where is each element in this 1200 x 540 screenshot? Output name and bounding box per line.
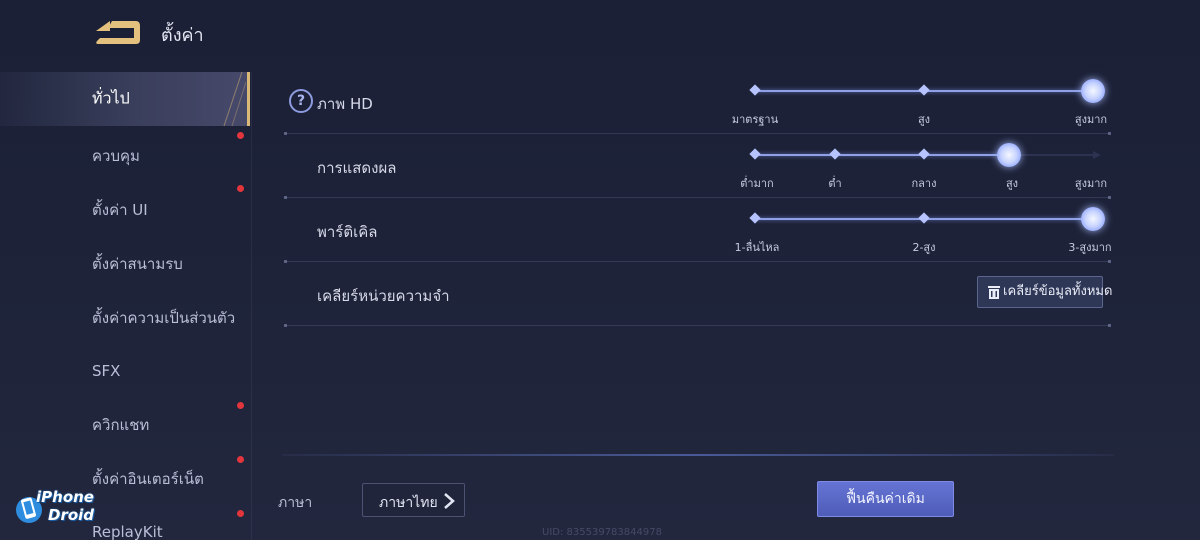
sidebar-item-label: SFX: [92, 362, 121, 380]
slider-stop-label[interactable]: มาตรฐาน: [732, 110, 778, 128]
slider-stop-label[interactable]: สูง: [918, 110, 930, 128]
divider-cap: [1108, 324, 1111, 327]
language-select[interactable]: ภาษาไทย: [362, 483, 465, 517]
language-value: ภาษาไทย: [379, 495, 438, 511]
help-icon[interactable]: ?: [289, 89, 313, 113]
sidebar-item-battlefield[interactable]: ตั้งค่าสนามรบ: [0, 237, 250, 291]
slider-stop: [829, 148, 841, 160]
sidebar-item-label: ควิกแชท: [92, 416, 150, 434]
slider-stop-label[interactable]: ต่ำมาก: [740, 174, 773, 192]
slider-stop: [918, 84, 930, 96]
back-arrow-icon: [96, 21, 140, 44]
sidebar: ทั่วไป ควบคุม ตั้งค่า UI ตั้งค่าสนามรบ ต…: [0, 72, 252, 540]
watermark-text: Droid: [48, 506, 95, 524]
setting-row-hd: ? ภาพ HD มาตรฐาน สูง สูงมาก: [284, 70, 1114, 135]
slider-stop: [749, 84, 761, 96]
setting-label-display: การแสดงผล: [317, 159, 397, 177]
slider-track-empty: [1009, 151, 1101, 159]
slider-knob[interactable]: [1081, 79, 1105, 103]
sidebar-item-controls[interactable]: ควบคุม: [0, 129, 250, 183]
setting-row-display: การแสดงผล ต่ำมาก ต่ำ กลาง สูง สูงมาก: [284, 134, 1114, 199]
slider-stop: [749, 212, 761, 224]
hd-slider[interactable]: มาตรฐาน สูง สูงมาก: [732, 70, 1107, 134]
chevron-right-icon: [444, 493, 455, 509]
slider-stop-label[interactable]: สูงมาก: [1075, 110, 1107, 128]
sidebar-item-quick-chat[interactable]: ควิกแชท: [0, 398, 250, 452]
slider-track-filled: [755, 154, 1009, 156]
page-title: ตั้งค่า: [161, 25, 204, 46]
slider-stop-label[interactable]: ต่ำ: [828, 174, 841, 192]
slider-stop: [918, 212, 930, 224]
particle-slider[interactable]: 1-ลื่นไหล 2-สูง 3-สูงมาก: [735, 198, 1112, 262]
active-highlight-decoration: [223, 72, 246, 126]
setting-label-clear-cache: เคลียร์หน่วยความจำ: [317, 287, 450, 305]
settings-panel: ? ภาพ HD มาตรฐาน สูง สูงมาก การแสดงผล ต่…: [284, 70, 1114, 460]
trash-icon: [988, 286, 1000, 299]
slider-stop-label[interactable]: กลาง: [912, 174, 937, 192]
slider-stop: [918, 148, 930, 160]
sidebar-item-label: ทั่วไป: [92, 88, 130, 108]
sidebar-item-ui-settings[interactable]: ตั้งค่า UI: [0, 183, 250, 237]
clear-all-data-label: เคลียร์ข้อมูลทั้งหมด: [1003, 284, 1113, 299]
notification-dot: [237, 456, 244, 463]
setting-label-particle: พาร์ติเคิล: [317, 223, 378, 241]
slider-knob[interactable]: [1081, 207, 1105, 231]
sidebar-item-label: ตั้งค่าสนามรบ: [92, 255, 183, 273]
sidebar-item-label: ควบคุม: [92, 147, 140, 165]
sidebar-item-sfx[interactable]: SFX: [0, 344, 250, 398]
setting-label-hd: ภาพ HD: [317, 95, 373, 113]
setting-row-particle: พาร์ติเคิล 1-ลื่นไหล 2-สูง 3-สูงมาก: [284, 198, 1114, 263]
notification-dot: [237, 185, 244, 192]
notification-dot: [237, 402, 244, 409]
divider-cap: [284, 324, 287, 327]
display-slider[interactable]: ต่ำมาก ต่ำ กลาง สูง สูงมาก: [740, 134, 1107, 198]
watermark-text: iPhone: [36, 488, 94, 506]
slider-knob[interactable]: [997, 143, 1021, 167]
top-bar: ตั้งค่า: [0, 0, 1200, 68]
watermark-logo: iPhone Droid: [10, 488, 110, 532]
sidebar-item-privacy[interactable]: ตั้งค่าความเป็นส่วนตัว: [0, 291, 250, 345]
slider-stop-label[interactable]: 1-ลื่นไหล: [735, 238, 780, 256]
sidebar-item-label: ตั้งค่าความเป็นส่วนตัว: [92, 309, 236, 327]
bottom-divider: [282, 454, 1114, 456]
clear-all-data-button[interactable]: เคลียร์ข้อมูลทั้งหมด: [977, 276, 1112, 308]
sidebar-item-general[interactable]: ทั่วไป: [0, 72, 250, 126]
slider-stop-label[interactable]: สูง: [1006, 174, 1018, 192]
back-button[interactable]: [92, 18, 142, 46]
slider-stop-label[interactable]: สูงมาก: [1075, 174, 1107, 192]
slider-stop-label[interactable]: 2-สูง: [912, 238, 935, 256]
reset-defaults-button[interactable]: ฟื้นคืนค่าเดิม: [817, 481, 954, 517]
uid-text: UID: 835539783844978: [542, 527, 662, 538]
sidebar-item-label: ตั้งค่า UI: [92, 201, 148, 219]
notification-dot: [237, 510, 244, 517]
notification-dot: [237, 132, 244, 139]
language-caption: ภาษา: [278, 495, 313, 511]
slider-stop: [749, 148, 761, 160]
slider-stop-label[interactable]: 3-สูงมาก: [1068, 238, 1111, 256]
